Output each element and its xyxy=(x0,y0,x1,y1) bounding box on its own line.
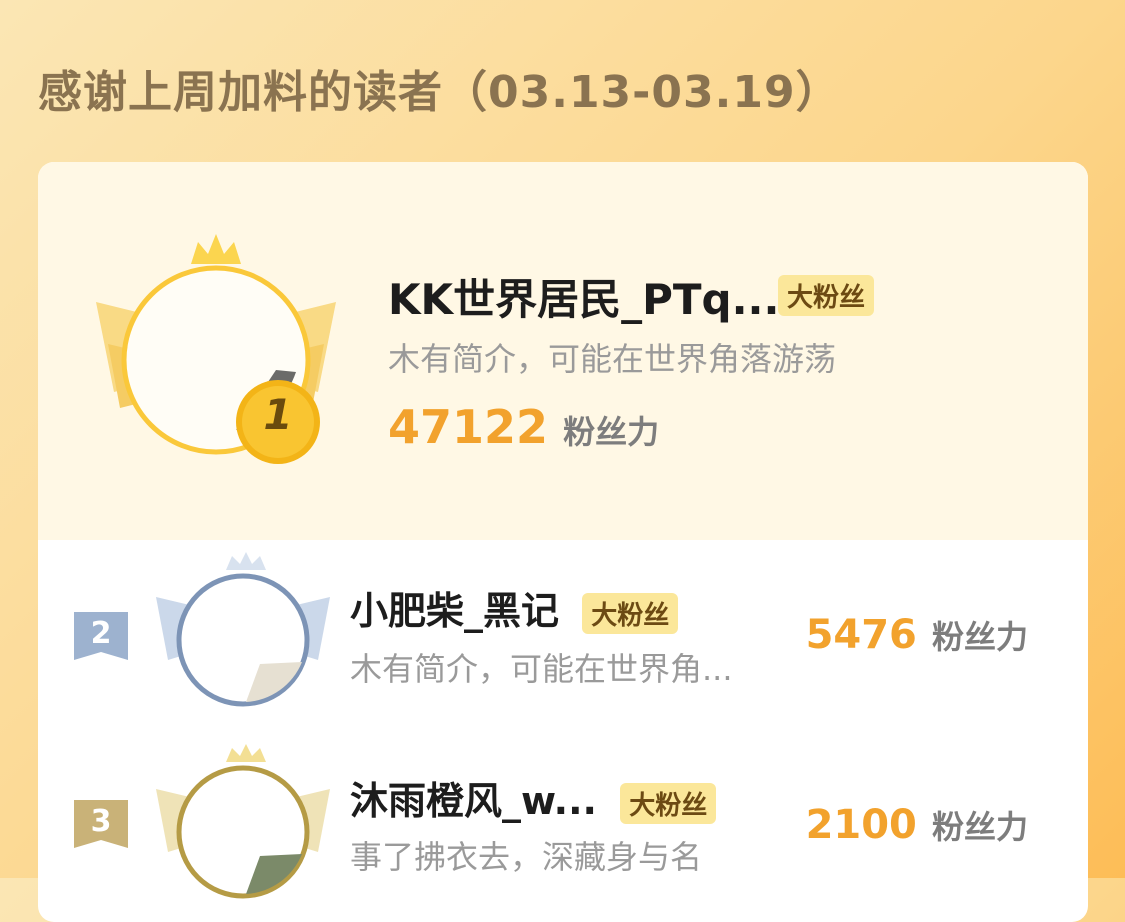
reader-name[interactable]: 小肥柴_黑记 大粉丝 xyxy=(350,580,679,635)
first-place-score: 47122 粉丝力 xyxy=(388,400,659,454)
score-unit: 粉丝力 xyxy=(563,413,660,451)
rank-number: 1 xyxy=(263,390,293,439)
crown-icon xyxy=(191,234,241,264)
avatar-frame[interactable] xyxy=(148,552,338,712)
first-place-name[interactable]: KK世界居民_PTq... xyxy=(388,266,779,327)
leaderboard-card: 1 KK世界居民_PTq... 大粉丝 木有简介，可能在世界角落游荡 47122… xyxy=(38,162,1088,922)
first-place-avatar-frame[interactable] xyxy=(86,232,346,472)
score-value: 5476 xyxy=(805,612,917,658)
reader-name-text: 小肥柴_黑记 xyxy=(350,589,560,633)
page-title: 感谢上周加料的读者（03.13-03.19） xyxy=(38,67,841,118)
score-unit: 粉丝力 xyxy=(931,618,1028,656)
score-unit: 粉丝力 xyxy=(931,808,1028,846)
reader-score: 2100 粉丝力 xyxy=(806,802,1028,848)
fan-level-badge: 大粉丝 xyxy=(582,593,679,634)
first-place-section[interactable]: 1 KK世界居民_PTq... 大粉丝 木有简介，可能在世界角落游荡 47122… xyxy=(38,162,1088,540)
reader-bio: 木有简介，可能在世界角... xyxy=(350,650,733,688)
leaderboard-row[interactable]: 3 沐雨橙风_w... 大粉丝 事了拂衣去，深藏身与名 2100 粉丝力 xyxy=(38,736,1088,906)
reader-score: 5476 粉丝力 xyxy=(806,612,1028,658)
score-value: 47122 xyxy=(388,400,549,454)
score-value: 2100 xyxy=(805,802,917,848)
reader-bio: 事了拂衣去，深藏身与名 xyxy=(350,838,703,876)
first-place-bio: 木有简介，可能在世界角落游荡 xyxy=(388,340,837,378)
reader-name-text: 沐雨橙风_w... xyxy=(350,779,597,823)
rank-number: 2 xyxy=(90,616,112,651)
leaderboard-row[interactable]: 2 小肥柴_黑记 大粉丝 木有简介，可能在世界角... 5476 粉丝力 xyxy=(38,544,1088,714)
rank-number: 3 xyxy=(90,804,112,839)
fan-level-badge: 大粉丝 xyxy=(778,275,875,316)
fan-level-badge: 大粉丝 xyxy=(620,783,717,824)
reader-name[interactable]: 沐雨橙风_w... 大粉丝 xyxy=(350,770,717,825)
avatar-frame[interactable] xyxy=(148,744,338,904)
